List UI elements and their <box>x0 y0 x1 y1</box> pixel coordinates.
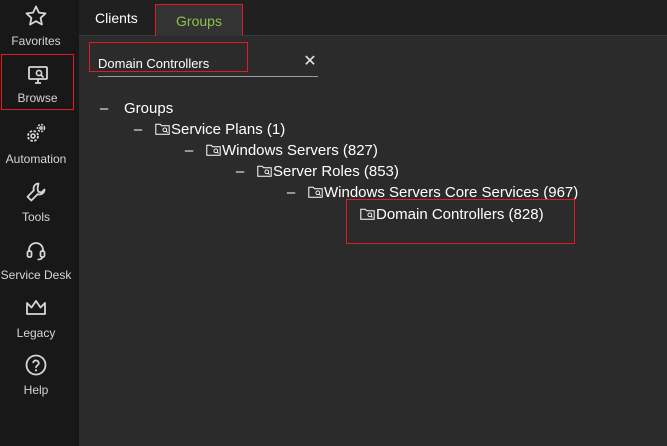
crown-icon <box>26 300 46 315</box>
tree-node-label[interactable]: Service Plans (1) <box>171 121 285 138</box>
tree-node-core-services[interactable]: – Windows Servers Core Services (967) <box>285 182 578 202</box>
star-icon <box>25 5 47 26</box>
search-underline <box>98 76 318 77</box>
nav-service-desk-label: Service Desk <box>0 268 72 282</box>
tree-node-groups[interactable]: – Groups <box>98 98 173 118</box>
tree-node-windows-servers[interactable]: – Windows Servers (827) <box>183 140 378 160</box>
folder-search-icon <box>360 208 375 220</box>
folder-search-icon <box>155 123 170 135</box>
headset-icon <box>26 242 46 261</box>
nav-browse-label: Browse <box>17 91 58 105</box>
clear-search-button[interactable]: ✕ <box>302 54 318 70</box>
nav-favorites-label: Favorites <box>11 34 61 48</box>
collapse-toggle[interactable]: – <box>285 184 297 201</box>
nav-tools[interactable]: Tools <box>0 180 72 224</box>
collapse-toggle[interactable]: – <box>234 163 246 180</box>
tab-bar: Clients Groups <box>79 0 667 36</box>
nav-browse[interactable]: Browse <box>1 54 74 110</box>
search-input[interactable] <box>98 53 302 73</box>
collapse-toggle[interactable]: – <box>98 100 110 117</box>
tree-node-domain-controllers[interactable]: Domain Controllers (828) <box>360 204 544 224</box>
tab-groups[interactable]: Groups <box>155 4 243 36</box>
tree-node-label[interactable]: Server Roles (853) <box>273 163 399 180</box>
main-panel: Clients Groups ✕ – Groups – Service Plan… <box>79 0 667 446</box>
monitor-search-icon <box>27 66 48 84</box>
collapse-toggle[interactable]: – <box>183 142 195 159</box>
nav-legacy-label: Legacy <box>16 326 56 340</box>
sidebar: Favorites Browse Automation Tools Servic… <box>0 0 79 446</box>
wrench-icon <box>26 182 46 202</box>
help-icon <box>25 354 47 376</box>
folder-search-icon <box>257 165 272 177</box>
nav-help[interactable]: Help <box>0 353 72 397</box>
nav-legacy[interactable]: Legacy <box>0 296 72 340</box>
nav-tools-label: Tools <box>21 210 50 224</box>
nav-favorites[interactable]: Favorites <box>0 4 72 48</box>
folder-search-icon <box>308 186 323 198</box>
folder-search-icon <box>206 144 221 156</box>
tree-node-label[interactable]: Windows Servers (827) <box>222 142 378 159</box>
tree-node-service-plans[interactable]: – Service Plans (1) <box>132 119 285 139</box>
tree-node-label[interactable]: Domain Controllers (828) <box>376 206 544 223</box>
tree-node-label[interactable]: Windows Servers Core Services (967) <box>324 184 578 201</box>
tree-node-server-roles[interactable]: – Server Roles (853) <box>234 161 399 181</box>
nav-automation-label: Automation <box>5 152 67 166</box>
collapse-toggle[interactable]: – <box>132 121 144 138</box>
nav-help-label: Help <box>23 383 49 397</box>
gears-icon <box>27 123 46 142</box>
tab-clients[interactable]: Clients <box>95 0 138 36</box>
nav-service-desk[interactable]: Service Desk <box>0 238 72 282</box>
tree-node-label[interactable]: Groups <box>124 100 173 117</box>
nav-automation[interactable]: Automation <box>0 122 72 166</box>
